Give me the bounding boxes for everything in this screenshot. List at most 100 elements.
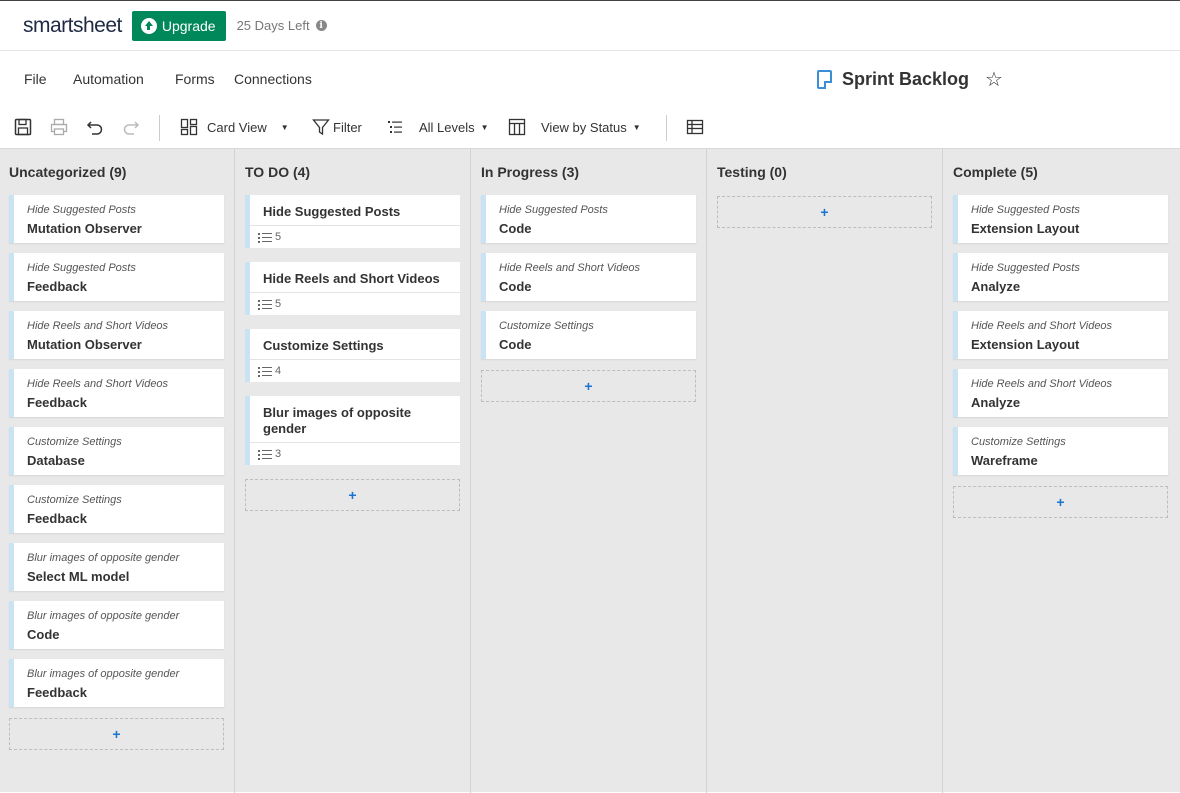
card-title: Extension Layout [971,337,1080,352]
chevron-down-icon: ▼ [480,122,489,132]
save-icon[interactable] [14,118,32,136]
card[interactable]: Hide Suggested Posts Code [481,195,696,243]
card[interactable]: Hide Suggested Posts Feedback [9,253,224,301]
upgrade-button[interactable]: Upgrade [131,10,226,41]
menu-file[interactable]: File [24,71,47,87]
card[interactable]: Hide Reels and Short Videos Analyze [953,369,1168,417]
card-parent: Hide Suggested Posts [27,262,136,274]
checklist-icon [258,299,272,310]
card-parent: Hide Reels and Short Videos [27,320,169,332]
card-parent: Hide Suggested Posts [971,204,1080,216]
card-title: Select ML model [27,569,130,584]
card-parent: Hide Suggested Posts [971,262,1080,274]
view-by-dropdown[interactable]: View by Status ▼ [508,118,641,136]
card[interactable]: Hide Reels and Short Videos Mutation Obse… [9,311,224,359]
chevron-down-icon: ▼ [280,122,289,132]
redo-icon[interactable] [122,118,140,136]
view-by-label: View by Status [541,119,627,135]
lane-title: TO DO (4) [245,164,311,180]
menu-automation[interactable]: Automation [73,71,144,87]
favorite-star-icon[interactable]: ☆ [985,70,1003,90]
menu-connections[interactable]: Connections [234,71,312,87]
card[interactable]: Customize Settings Code [481,311,696,359]
chevron-down-icon: ▼ [632,122,641,132]
subtask-count: 5 [250,292,460,315]
card[interactable]: Customize Settings Database [9,427,224,475]
card[interactable]: Blur images of opposite gender Select ML … [9,543,224,591]
trial-status: 25 Days Left i [237,18,327,33]
lane-complete: Complete (5) Hide Suggested Posts Extensi… [944,149,1180,793]
card-title: Code [499,221,532,236]
card-title: Mutation Observer [27,337,142,352]
checklist-icon [258,232,272,243]
card-title: Extension Layout [971,221,1080,236]
lane-title: Testing (0) [717,164,787,180]
filter-button[interactable]: Filter [312,118,362,136]
card-title: Feedback [27,395,87,410]
card[interactable]: Blur images of opposite gender Code [9,601,224,649]
levels-dropdown[interactable]: All Levels ▼ [386,118,489,136]
parent-card[interactable]: Customize Settings 4 [245,329,460,382]
toolbar-divider [159,115,160,141]
top-bar: smartsheet Upgrade 25 Days Left i [0,0,1180,51]
add-card-button[interactable]: + [245,479,460,511]
info-icon[interactable]: i [315,20,327,31]
lane-title: Complete (5) [953,164,1038,180]
add-card-button[interactable]: + [717,196,932,228]
card-parent: Blur images of opposite gender [27,610,180,622]
card-title: Code [499,279,532,294]
card-parent: Blur images of opposite gender [27,668,180,680]
card-parent: Customize Settings [27,494,122,506]
parent-card[interactable]: Hide Suggested Posts 5 [245,195,460,248]
menu-bar: File Automation Forms Connections Sprint… [0,51,1180,107]
lane-testing: Testing (0) + [708,149,943,793]
card[interactable]: Blur images of opposite gender Feedback [9,659,224,707]
card-title: Analyze [971,279,1021,294]
card-parent: Hide Reels and Short Videos [27,378,169,390]
add-card-button[interactable]: + [481,370,696,402]
lane-todo: TO DO (4) Hide Suggested Posts 5 Hide Re… [236,149,471,793]
smartsheet-logo[interactable]: smartsheet [23,14,122,38]
print-icon[interactable] [50,118,68,136]
card-title: Feedback [27,511,87,526]
card[interactable]: Hide Suggested Posts Extension Layout [953,195,1168,243]
card-title: Blur images of opposite gender [263,405,412,436]
card-parent: Hide Reels and Short Videos [971,378,1113,390]
grid-view-icon[interactable] [686,118,704,136]
subtask-number: 3 [275,448,282,460]
parent-card[interactable]: Hide Reels and Short Videos 5 [245,262,460,315]
card-view-label: Card View [207,119,267,135]
card[interactable]: Hide Reels and Short Videos Extension Lay… [953,311,1168,359]
sheet-title[interactable]: Sprint Backlog [842,69,969,90]
subtask-count: 4 [250,359,460,382]
add-card-button[interactable]: + [9,718,224,750]
card[interactable]: Hide Reels and Short Videos Code [481,253,696,301]
card-board: Uncategorized (9) Hide Suggested Posts Mu… [0,148,1180,793]
card-title: Analyze [971,395,1021,410]
card[interactable]: Hide Reels and Short Videos Feedback [9,369,224,417]
lane-title: Uncategorized (9) [9,164,127,180]
card[interactable]: Hide Suggested Posts Mutation Observer [9,195,224,243]
checklist-icon [258,366,272,377]
card[interactable]: Customize Settings Feedback [9,485,224,533]
card[interactable]: Customize Settings Wareframe [953,427,1168,475]
card-parent: Customize Settings [27,436,122,448]
hierarchy-list-icon [388,121,402,133]
upgrade-label: Upgrade [161,17,216,34]
subtask-number: 4 [275,365,282,377]
menu-forms[interactable]: Forms [175,71,215,87]
lane-title: In Progress (3) [481,164,580,180]
parent-card[interactable]: Blur images of opposite gender 3 [245,396,460,465]
sheet-header: Sprint Backlog ☆ [817,69,1003,90]
card[interactable]: Hide Suggested Posts Analyze [953,253,1168,301]
undo-icon[interactable] [86,118,104,136]
checklist-icon [258,449,272,460]
card-parent: Hide Reels and Short Videos [971,320,1113,332]
card-title: Feedback [27,279,87,294]
card-view-dropdown[interactable]: Card View ▼ [180,118,289,136]
add-card-button[interactable]: + [953,486,1168,518]
card-parent: Customize Settings [499,320,594,332]
lane-in-progress: In Progress (3) Hide Suggested Posts Code… [472,149,707,793]
card-parent: Hide Suggested Posts [27,204,136,216]
subtask-count: 3 [250,442,460,465]
